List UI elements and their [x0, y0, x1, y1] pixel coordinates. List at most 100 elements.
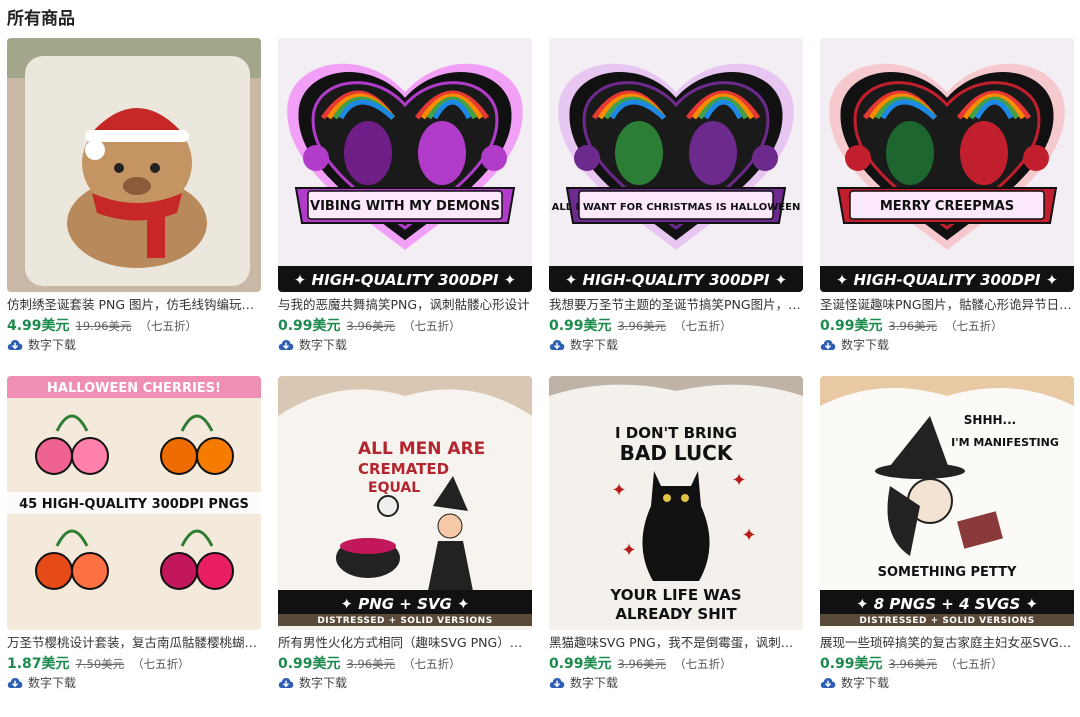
product-image[interactable]: I DON'T BRING BAD LUCK ✦ ✦ ✦ ✦ YOUR LIFE WAS AL…	[549, 376, 803, 630]
svg-text:ALREADY SHIT: ALREADY SHIT	[615, 605, 737, 623]
cloud-download-icon	[278, 676, 299, 690]
product-title[interactable]: 万圣节樱桃设计套装，复古南瓜骷髅樱桃蝴蝶结	[7, 635, 261, 651]
product-card[interactable]: I DON'T BRING BAD LUCK ✦ ✦ ✦ ✦ YOUR LIFE WAS AL…	[549, 376, 803, 717]
price-row: 0.99美元 3.96美元 （七五折）	[549, 654, 803, 673]
svg-text:CREMATED: CREMATED	[358, 460, 449, 478]
svg-text:✦ PNG + SVG ✦: ✦ PNG + SVG ✦	[340, 595, 469, 613]
download-label: 数字下载	[841, 676, 890, 690]
svg-text:HALLOWEEN CHERRIES!: HALLOWEEN CHERRIES!	[47, 381, 221, 396]
svg-text:BAD LUCK: BAD LUCK	[620, 441, 734, 465]
sale-price: 0.99美元	[549, 318, 612, 334]
product-card[interactable]: HALLOWEEN CHERRIES! 45 HIGH-QUALITY 300DP…	[7, 376, 261, 717]
svg-text:SHHH...: SHHH...	[964, 413, 1016, 427]
cloud-download-icon	[549, 338, 570, 352]
product-title[interactable]: 我想要万圣节主题的圣诞节搞笑PNG图片，南瓜与骷髅手	[549, 297, 803, 313]
digital-download-row: 数字下载	[278, 675, 532, 691]
digital-download-row: 数字下载	[549, 337, 803, 353]
svg-text:MERRY CREEPMAS: MERRY CREEPMAS	[880, 199, 1014, 214]
product-card[interactable]: ALL I WANT FOR CHRISTMAS IS HALLOWEEN ✦ H…	[549, 38, 803, 379]
product-title[interactable]: 黑猫趣味SVG PNG，我不是倒霉蛋，讽刺黑猫设计	[549, 635, 803, 651]
product-image[interactable]: MERRY CREEPMAS ✦ HIGH-QUALITY 300DPI ✦	[820, 38, 1074, 292]
svg-text:I'M MANIFESTING: I'M MANIFESTING	[951, 436, 1059, 449]
price-row: 4.99美元 19.96美元 （七五折）	[7, 316, 261, 335]
product-card[interactable]: SHHH... I'M MANIFESTING SOMETHING PETTY ✦ 8…	[820, 376, 1074, 717]
original-price: 7.50美元	[75, 657, 125, 671]
svg-text:✦: ✦	[611, 480, 626, 501]
svg-text:✦ 8 PNGS + 4 SVGS ✦: ✦ 8 PNGS + 4 SVGS ✦	[856, 595, 1038, 613]
product-image[interactable]: SHHH... I'M MANIFESTING SOMETHING PETTY ✦ 8…	[820, 376, 1074, 630]
digital-download-row: 数字下载	[7, 337, 261, 353]
product-card[interactable]: 仿刺绣圣诞套装 PNG 图片，仿毛线钩编玩偶高地牛圣诞帽 4.99美元 19.96…	[7, 38, 261, 379]
product-title[interactable]: 与我的恶魔共舞搞笑PNG，讽刺骷髅心形设计	[278, 297, 532, 313]
download-label: 数字下载	[841, 338, 890, 352]
price-row: 0.99美元 3.96美元 （七五折）	[278, 316, 532, 335]
discount-label: （七五折）	[132, 657, 190, 671]
discount-label: （七五折）	[945, 319, 1003, 333]
svg-text:DISTRESSED + SOLID VERSIONS: DISTRESSED + SOLID VERSIONS	[859, 616, 1034, 626]
sale-price: 0.99美元	[820, 318, 883, 334]
discount-label: （七五折）	[674, 657, 732, 671]
cloud-download-icon	[820, 676, 841, 690]
svg-text:EQUAL: EQUAL	[368, 480, 420, 496]
svg-text:✦ HIGH-QUALITY 300DPI ✦: ✦ HIGH-QUALITY 300DPI ✦	[294, 271, 516, 289]
product-card[interactable]: MERRY CREEPMAS ✦ HIGH-QUALITY 300DPI ✦ 圣诞…	[820, 38, 1074, 379]
download-label: 数字下载	[570, 676, 619, 690]
svg-text:ALL MEN ARE: ALL MEN ARE	[358, 439, 485, 459]
download-label: 数字下载	[570, 338, 619, 352]
product-card[interactable]: VIBING WITH MY DEMONS ✦ HIGH-QUALITY 300D…	[278, 38, 532, 379]
product-title[interactable]: 仿刺绣圣诞套装 PNG 图片，仿毛线钩编玩偶高地牛圣诞帽	[7, 297, 261, 313]
digital-download-row: 数字下载	[278, 337, 532, 353]
svg-text:✦: ✦	[621, 540, 636, 561]
cloud-download-icon	[549, 676, 570, 690]
svg-text:✦ HIGH-QUALITY 300DPI ✦: ✦ HIGH-QUALITY 300DPI ✦	[836, 271, 1058, 289]
svg-text:VIBING WITH MY DEMONS: VIBING WITH MY DEMONS	[310, 199, 500, 214]
digital-download-row: 数字下载	[549, 675, 803, 691]
original-price: 3.96美元	[346, 657, 396, 671]
price-row: 0.99美元 3.96美元 （七五折）	[278, 654, 532, 673]
cloud-download-icon	[7, 676, 28, 690]
section-title: 所有商品	[7, 9, 75, 29]
digital-download-row: 数字下载	[820, 337, 1074, 353]
download-label: 数字下载	[28, 338, 77, 352]
product-image[interactable]: HALLOWEEN CHERRIES! 45 HIGH-QUALITY 300DP…	[7, 376, 261, 630]
product-grid: 仿刺绣圣诞套装 PNG 图片，仿毛线钩编玩偶高地牛圣诞帽 4.99美元 19.96…	[7, 38, 1074, 717]
svg-text:YOUR LIFE WAS: YOUR LIFE WAS	[609, 586, 741, 604]
product-image[interactable]	[7, 38, 261, 292]
price-row: 1.87美元 7.50美元 （七五折）	[7, 654, 261, 673]
product-image[interactable]: ALL MEN ARE CREMATED EQUAL ✦ PNG + SVG ✦ DIS…	[278, 376, 532, 630]
download-label: 数字下载	[299, 338, 348, 352]
download-label: 数字下载	[28, 676, 77, 690]
product-title[interactable]: 展现一些琐碎搞笑的复古家庭主妇女巫SVG PNG	[820, 635, 1074, 651]
svg-text:✦: ✦	[731, 470, 746, 491]
product-image[interactable]: VIBING WITH MY DEMONS ✦ HIGH-QUALITY 300D…	[278, 38, 532, 292]
discount-label: （七五折）	[674, 319, 732, 333]
price-row: 0.99美元 3.96美元 （七五折）	[549, 316, 803, 335]
digital-download-row: 数字下载	[820, 675, 1074, 691]
sale-price: 4.99美元	[7, 318, 70, 334]
svg-text:✦: ✦	[741, 525, 756, 546]
original-price: 3.96美元	[617, 319, 667, 333]
download-label: 数字下载	[299, 676, 348, 690]
svg-text:SOMETHING PETTY: SOMETHING PETTY	[878, 565, 1017, 580]
cloud-download-icon	[7, 338, 28, 352]
svg-text:I DON'T BRING: I DON'T BRING	[615, 424, 737, 442]
svg-text:✦ HIGH-QUALITY 300DPI ✦: ✦ HIGH-QUALITY 300DPI ✦	[565, 271, 787, 289]
discount-label: （七五折）	[403, 319, 461, 333]
product-title[interactable]: 圣诞怪诞趣味PNG图片，骷髅心形诡异节日设计	[820, 297, 1074, 313]
sale-price: 0.99美元	[820, 656, 883, 672]
product-image[interactable]: ALL I WANT FOR CHRISTMAS IS HALLOWEEN ✦ H…	[549, 38, 803, 292]
discount-label: （七五折）	[403, 657, 461, 671]
original-price: 3.96美元	[346, 319, 396, 333]
svg-text:DISTRESSED + SOLID VERSIONS: DISTRESSED + SOLID VERSIONS	[317, 616, 492, 626]
discount-label: （七五折）	[139, 319, 197, 333]
cloud-download-icon	[278, 338, 299, 352]
product-card[interactable]: ALL MEN ARE CREMATED EQUAL ✦ PNG + SVG ✦ DIS…	[278, 376, 532, 717]
sale-price: 0.99美元	[278, 656, 341, 672]
sale-price: 1.87美元	[7, 656, 70, 672]
cloud-download-icon	[820, 338, 841, 352]
sale-price: 0.99美元	[278, 318, 341, 334]
digital-download-row: 数字下载	[7, 675, 261, 691]
product-title[interactable]: 所有男性火化方式相同（趣味SVG PNG）女巫骷髅	[278, 635, 532, 651]
original-price: 3.96美元	[617, 657, 667, 671]
original-price: 3.96美元	[888, 319, 938, 333]
